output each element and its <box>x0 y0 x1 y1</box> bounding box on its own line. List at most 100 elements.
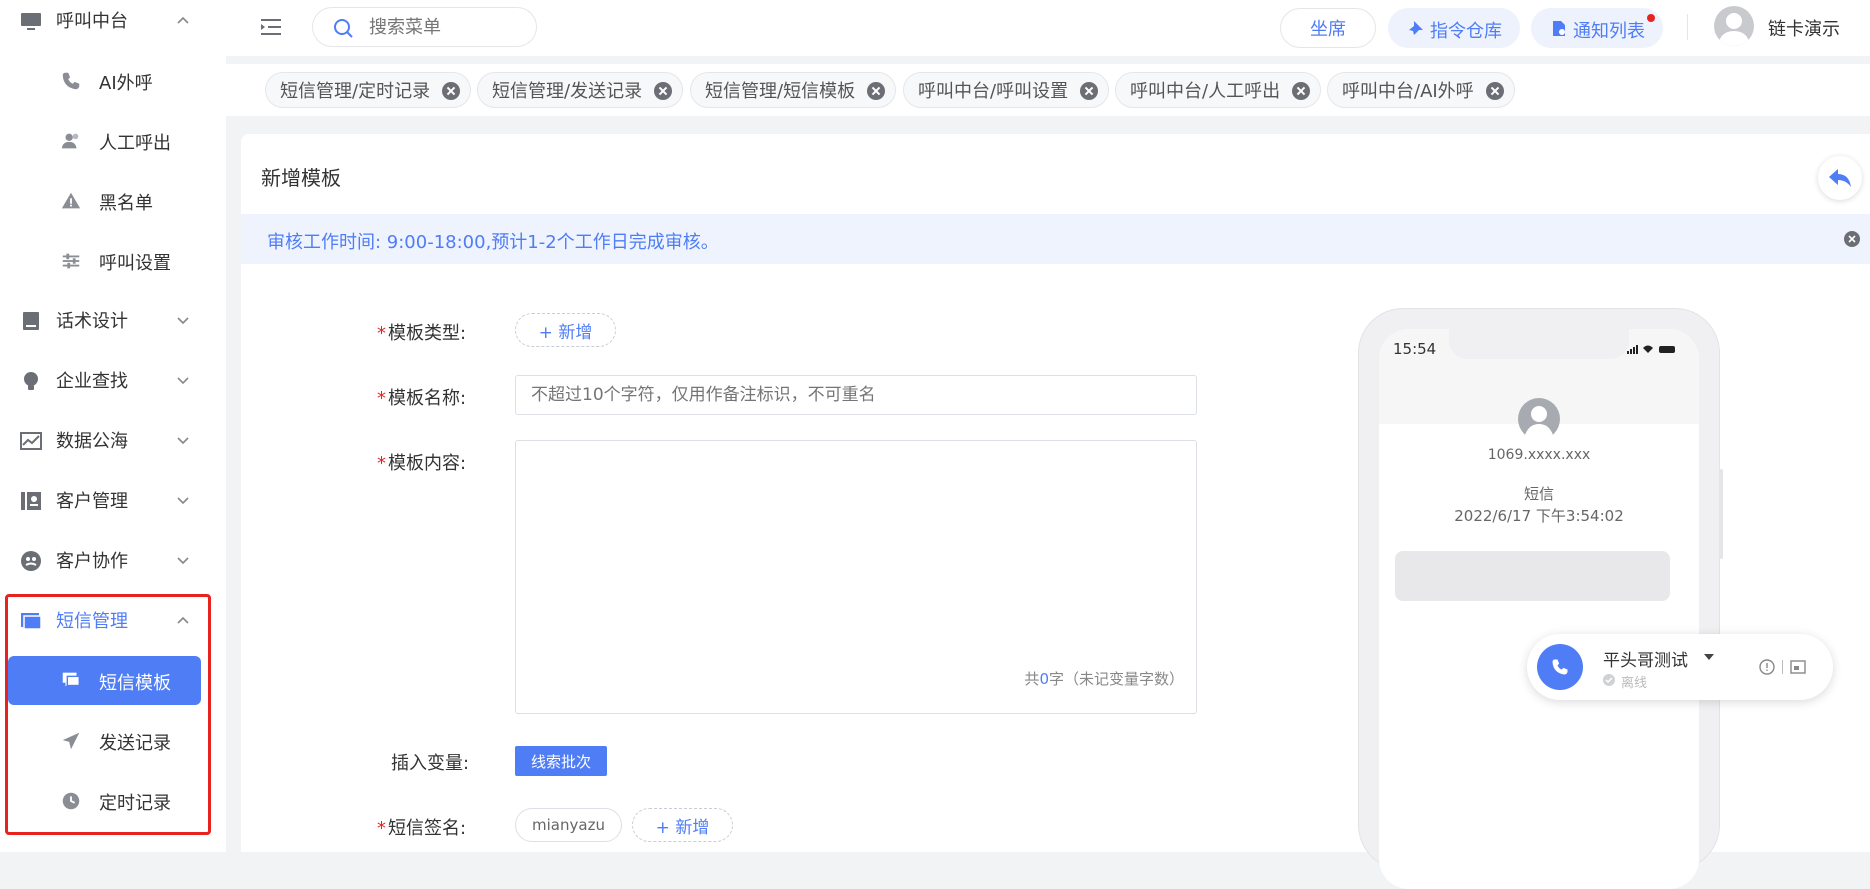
close-icon[interactable] <box>1080 82 1098 100</box>
selection-highlight <box>5 594 211 835</box>
tabs-bar: 短信管理/定时记录 短信管理/发送记录 短信管理/短信模板 呼叫中台/呼叫设置 … <box>226 64 1870 116</box>
phone-side-button <box>1719 469 1723 559</box>
check-circle-icon <box>1603 674 1615 686</box>
notify-list-label: 通知列表 <box>1573 21 1645 42</box>
phone-notch <box>1449 329 1629 359</box>
tab-manual-call[interactable]: 呼叫中台/人工呼出 <box>1115 72 1321 108</box>
sidebar-group-label: 数据公海 <box>56 431 128 452</box>
chevron-down-icon <box>177 437 189 445</box>
notify-list-button[interactable]: 通知列表 <box>1531 8 1663 48</box>
reply-icon <box>1829 169 1851 187</box>
caret-down-icon[interactable] <box>1704 654 1714 660</box>
close-icon[interactable] <box>1292 82 1310 100</box>
user-avatar-icon <box>1718 13 1750 46</box>
chevron-down-icon <box>177 497 189 505</box>
command-repo-button[interactable]: 指令仓库 <box>1388 8 1520 48</box>
notice-text: 审核工作时间: 9:00-18:00,预计1-2个工作日完成审核。 <box>267 232 719 253</box>
sidebar-item-label: 黑名单 <box>99 193 153 214</box>
message-bubble <box>1395 551 1670 601</box>
info-icon[interactable] <box>1759 659 1775 675</box>
tab-label: 呼叫中台/呼叫设置 <box>918 81 1069 102</box>
tab-sms-template[interactable]: 短信管理/短信模板 <box>690 72 896 108</box>
tab-label: 短信管理/定时记录 <box>280 81 431 102</box>
phone-screen: 15:54 1069.xxxx.xxx 短信 2022/6/17 下午3:54:… <box>1379 329 1699 889</box>
tab-label: 呼叫中台/人工呼出 <box>1130 81 1281 102</box>
sms-signature-label: * 短信签名: <box>377 818 467 839</box>
sidebar-item-ai-call[interactable]: AI外呼 <box>0 50 226 110</box>
menu-fold-icon[interactable] <box>261 17 283 37</box>
search-box[interactable] <box>312 7 537 47</box>
tab-sms-send-records[interactable]: 短信管理/发送记录 <box>477 72 683 108</box>
chevron-up-icon <box>177 16 189 24</box>
sidebar: 呼叫中台 AI外呼 人工呼出 黑名单 呼叫设置 话术设计 企业查找 数据公海 客… <box>0 0 226 852</box>
chevron-down-icon <box>177 317 189 325</box>
book-icon <box>23 312 39 330</box>
sidebar-group-collab[interactable]: 客户协作 <box>0 530 226 590</box>
add-template-type-button[interactable]: + 新增 <box>515 313 616 347</box>
sidebar-group-script[interactable]: 话术设计 <box>0 290 226 350</box>
phone-sender-number: 1069.xxxx.xxx <box>1487 447 1591 463</box>
sidebar-item-blacklist[interactable]: 黑名单 <box>0 170 226 230</box>
user-icon <box>61 133 79 149</box>
sidebar-group-label: 企业查找 <box>56 371 128 392</box>
page-title: 新增模板 <box>261 166 341 190</box>
chevron-down-icon <box>177 377 189 385</box>
sidebar-item-call-settings[interactable]: 呼叫设置 <box>0 230 226 290</box>
phone-icon <box>62 72 80 90</box>
tab-sms-scheduled[interactable]: 短信管理/定时记录 <box>265 72 471 108</box>
document-icon <box>1553 21 1565 36</box>
user-name[interactable]: 链卡演示 <box>1768 15 1840 41</box>
template-name-input[interactable] <box>515 375 1197 415</box>
close-icon[interactable] <box>1844 231 1860 247</box>
sidebar-item-manual-call[interactable]: 人工呼出 <box>0 110 226 170</box>
sidebar-group-label: 客户管理 <box>56 491 128 512</box>
topbar: 坐席 指令仓库 通知列表 链卡演示 <box>226 0 1870 56</box>
minimize-window-icon[interactable] <box>1790 659 1806 675</box>
seat-button[interactable]: 坐席 <box>1280 8 1376 48</box>
tab-call-settings[interactable]: 呼叫中台/呼叫设置 <box>903 72 1109 108</box>
template-content-label: * 模板内容: <box>377 453 467 474</box>
tab-label: 呼叫中台/AI外呼 <box>1342 81 1474 102</box>
signature-chip[interactable]: mianyazu <box>515 808 622 842</box>
sidebar-group-label: 呼叫中台 <box>56 11 128 32</box>
phone-icon <box>1552 659 1568 675</box>
call-button[interactable] <box>1537 644 1583 690</box>
sidebar-group-enterprise[interactable]: 企业查找 <box>0 350 226 410</box>
chart-icon <box>20 432 42 450</box>
search-icon <box>334 19 353 38</box>
sidebar-group-data-pool[interactable]: 数据公海 <box>0 410 226 470</box>
warning-icon <box>61 192 81 209</box>
sidebar-item-label: 呼叫设置 <box>99 253 171 274</box>
team-icon <box>21 551 41 571</box>
divider <box>1782 660 1783 674</box>
sidebar-item-label: 人工呼出 <box>99 133 171 154</box>
close-icon[interactable] <box>654 82 672 100</box>
close-icon[interactable] <box>1486 82 1504 100</box>
tab-label: 短信管理/短信模板 <box>705 81 856 102</box>
back-button[interactable] <box>1818 156 1862 200</box>
insert-variable-label: 插入变量: <box>391 753 470 774</box>
template-content-textarea[interactable]: 共0字（未记变量字数） <box>515 440 1197 714</box>
sidebar-group-label: 客户协作 <box>56 551 128 572</box>
notice-bar: 审核工作时间: 9:00-18:00,预计1-2个工作日完成审核。 <box>241 214 1870 264</box>
contacts-icon <box>21 492 41 510</box>
char-count: 共0字（未记变量字数） <box>1024 670 1184 688</box>
sliders-icon <box>62 253 80 269</box>
search-input[interactable] <box>369 16 519 38</box>
sidebar-group-customers[interactable]: 客户管理 <box>0 470 226 530</box>
tab-ai-call[interactable]: 呼叫中台/AI外呼 <box>1327 72 1515 108</box>
bulb-icon <box>24 372 38 390</box>
phone-datetime: 2022/6/17 下午3:54:02 <box>1454 507 1624 525</box>
close-icon[interactable] <box>442 82 460 100</box>
sidebar-group-call-center[interactable]: 呼叫中台 <box>0 0 226 50</box>
add-signature-button[interactable]: + 新增 <box>632 808 733 842</box>
agent-status: 离线 <box>1621 676 1648 691</box>
avatar[interactable] <box>1714 6 1754 46</box>
lead-batch-button[interactable]: 线索批次 <box>515 746 607 776</box>
close-icon[interactable] <box>867 82 885 100</box>
tab-label: 短信管理/发送记录 <box>492 81 643 102</box>
call-widget[interactable]: 平头哥测试 离线 <box>1527 634 1833 700</box>
sidebar-group-label: 话术设计 <box>56 311 128 332</box>
notification-dot <box>1647 14 1655 22</box>
agent-name: 平头哥测试 <box>1603 651 1688 671</box>
